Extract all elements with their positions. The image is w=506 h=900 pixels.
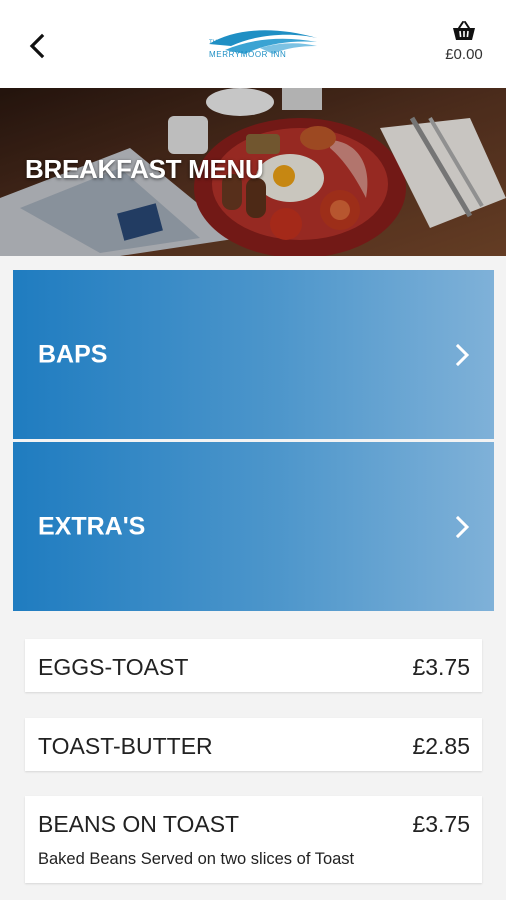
item-price: £3.75: [412, 811, 470, 837]
page-title: BREAKFAST MENU: [25, 154, 264, 184]
chevron-right-icon: [455, 343, 470, 366]
category-baps[interactable]: BAPS: [13, 270, 494, 439]
item-description: Baked Beans Served on two slices of Toas…: [38, 850, 355, 868]
chevron-right-icon: [455, 515, 470, 538]
category-label: EXTRA'S: [38, 512, 146, 540]
category-extras[interactable]: EXTRA'S: [13, 442, 494, 611]
item-name: TOAST-BUTTER: [38, 733, 213, 759]
logo-text: MERRYMOOR INN: [209, 50, 286, 59]
chevron-left-icon: [29, 33, 45, 59]
basket-icon: [453, 21, 475, 40]
back-button[interactable]: [18, 26, 58, 66]
logo-the-text: THE: [209, 40, 221, 46]
basket-button[interactable]: £0.00: [436, 20, 492, 72]
category-label: BAPS: [38, 340, 108, 368]
menu-item[interactable]: BEANS ON TOAST £3.75 Baked Beans Served …: [25, 796, 482, 883]
app-screen: THE MERRYMOOR INN £0.00 BREAKFAST MENU B…: [0, 0, 506, 900]
menu-item[interactable]: TOAST-BUTTER £2.85: [25, 718, 482, 771]
item-name: BEANS ON TOAST: [38, 811, 240, 837]
item-price: £2.85: [412, 733, 470, 759]
merrymoor-inn-logo: THE MERRYMOOR INN: [209, 30, 317, 59]
basket-total: £0.00: [445, 46, 483, 63]
hero-banner: BREAKFAST MENU: [0, 88, 506, 256]
item-name: EGGS-TOAST: [38, 654, 189, 680]
top-bar: THE MERRYMOOR INN £0.00: [0, 0, 506, 88]
menu-item[interactable]: EGGS-TOAST £3.75: [25, 639, 482, 692]
item-price: £3.75: [412, 654, 470, 680]
